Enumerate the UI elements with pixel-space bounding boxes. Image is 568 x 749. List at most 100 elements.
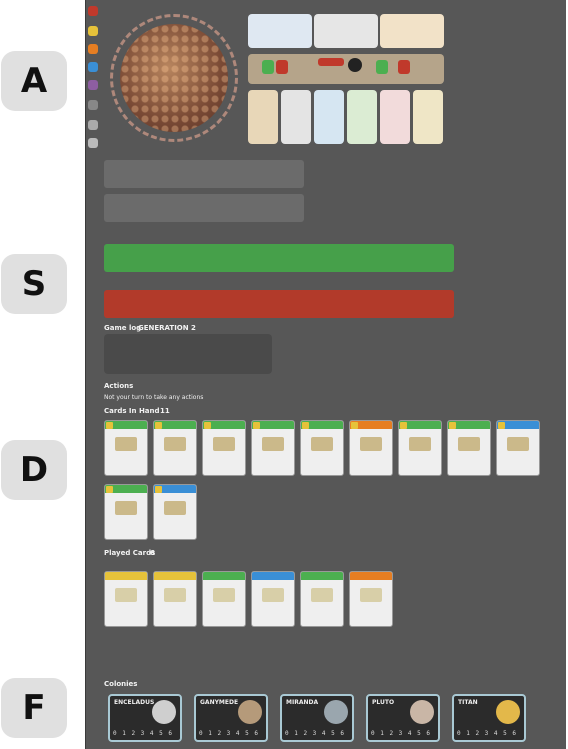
colony-planet-icon [152, 700, 176, 724]
hand-card[interactable] [447, 420, 491, 476]
chairman-icon [348, 58, 362, 72]
party-card[interactable] [347, 90, 377, 144]
colony-planet-icon [324, 700, 348, 724]
colony-track: 0 1 2 3 4 5 6 [199, 730, 259, 737]
card-art [458, 437, 480, 451]
milestones-panel[interactable] [248, 14, 312, 48]
card-cost-icon [302, 422, 309, 429]
card-cost-icon [155, 486, 162, 493]
hand-card[interactable] [104, 484, 148, 540]
player-board-red[interactable] [104, 290, 454, 318]
flame-icon[interactable] [88, 44, 98, 54]
card-cost-icon [204, 422, 211, 429]
card-type-band [350, 572, 392, 580]
colony-planet-icon [496, 700, 520, 724]
star-icon[interactable] [88, 80, 98, 90]
hand-card[interactable] [153, 420, 197, 476]
ocean-icon[interactable] [88, 62, 98, 72]
menu-icon[interactable] [88, 6, 98, 16]
game-log-panel [104, 334, 272, 374]
party-card[interactable] [380, 90, 410, 144]
card-art [164, 501, 186, 515]
card-type-band [154, 572, 196, 580]
colonies-title: Colonies [104, 680, 138, 688]
card-art [213, 588, 235, 602]
card-art [213, 437, 235, 451]
colony-tile[interactable]: TITAN 0 1 2 3 4 5 6 [452, 694, 526, 742]
hand-card[interactable] [496, 420, 540, 476]
colony-track: 0 1 2 3 4 5 6 [457, 730, 517, 737]
colony-track: 0 1 2 3 4 5 6 [113, 730, 173, 737]
played-card[interactable] [153, 571, 197, 627]
colony-name: MIRANDA [286, 699, 319, 706]
ruling-party-badge [318, 58, 344, 66]
hand-card[interactable] [300, 420, 344, 476]
card-art [262, 437, 284, 451]
colony-name: GANYMEDE [200, 699, 239, 706]
cards-in-hand-title: Cards In Hand [104, 407, 160, 415]
colony-name: TITAN [458, 699, 478, 706]
colony-planet-icon [238, 700, 262, 724]
card-art [360, 437, 382, 451]
played-cards-title: Played Cards [104, 549, 156, 557]
sun-icon[interactable] [88, 26, 98, 36]
played-card[interactable] [300, 571, 344, 627]
played-card[interactable] [349, 571, 393, 627]
played-card[interactable] [202, 571, 246, 627]
colony-tile[interactable]: GANYMEDE 0 1 2 3 4 5 6 [194, 694, 268, 742]
player-board-green[interactable] [104, 244, 454, 272]
actions-text: Not your turn to take any actions [104, 394, 204, 401]
card-art [311, 437, 333, 451]
card-art [115, 501, 137, 515]
hand-card[interactable] [202, 420, 246, 476]
gear-icon[interactable] [88, 100, 98, 110]
help-icon[interactable] [88, 138, 98, 148]
colony-track: 0 1 2 3 4 5 6 [371, 730, 431, 737]
hand-card[interactable] [251, 420, 295, 476]
card-cost-icon [253, 422, 260, 429]
colony-track: 0 1 2 3 4 5 6 [285, 730, 345, 737]
generation-label: GENERATION 2 [138, 324, 196, 332]
played-card[interactable] [251, 571, 295, 627]
played-cards-count: 6 [150, 549, 155, 557]
standard-projects-panel[interactable] [380, 14, 444, 48]
hand-card[interactable] [398, 420, 442, 476]
card-cost-icon [155, 422, 162, 429]
party-card[interactable] [413, 90, 443, 144]
colony-tile[interactable]: MIRANDA 0 1 2 3 4 5 6 [280, 694, 354, 742]
delegate-icon [398, 60, 410, 74]
party-card[interactable] [314, 90, 344, 144]
colony-name: ENCELADUS [114, 699, 155, 706]
played-card[interactable] [104, 571, 148, 627]
delegate-icon [376, 60, 388, 74]
card-art [115, 437, 137, 451]
party-card[interactable] [281, 90, 311, 144]
card-art [360, 588, 382, 602]
hand-card[interactable] [349, 420, 393, 476]
colony-name: PLUTO [372, 699, 395, 706]
shortcut-key-s[interactable]: S [1, 254, 67, 314]
shortcut-key-d[interactable]: D [1, 440, 67, 500]
card-art [115, 588, 137, 602]
prelude-row [104, 160, 304, 188]
shortcut-key-a[interactable]: A [1, 51, 67, 111]
party-card[interactable] [248, 90, 278, 144]
card-type-band [252, 572, 294, 580]
card-cost-icon [106, 422, 113, 429]
shortcut-key-f[interactable]: F [1, 678, 67, 738]
colony-tile[interactable]: ENCELADUS 0 1 2 3 4 5 6 [108, 694, 182, 742]
card-cost-icon [351, 422, 358, 429]
card-art [164, 588, 186, 602]
hand-card[interactable] [153, 484, 197, 540]
awards-panel[interactable] [314, 14, 378, 48]
card-cost-icon [106, 486, 113, 493]
dice-icon[interactable] [88, 120, 98, 130]
game-log-title: Game log [104, 324, 142, 332]
hand-card[interactable] [104, 420, 148, 476]
mars-map[interactable] [120, 24, 228, 132]
cards-in-hand-count: 11 [160, 407, 170, 415]
card-art [311, 588, 333, 602]
colony-tile[interactable]: PLUTO 0 1 2 3 4 5 6 [366, 694, 440, 742]
card-type-band [203, 572, 245, 580]
actions-title: Actions [104, 382, 134, 390]
